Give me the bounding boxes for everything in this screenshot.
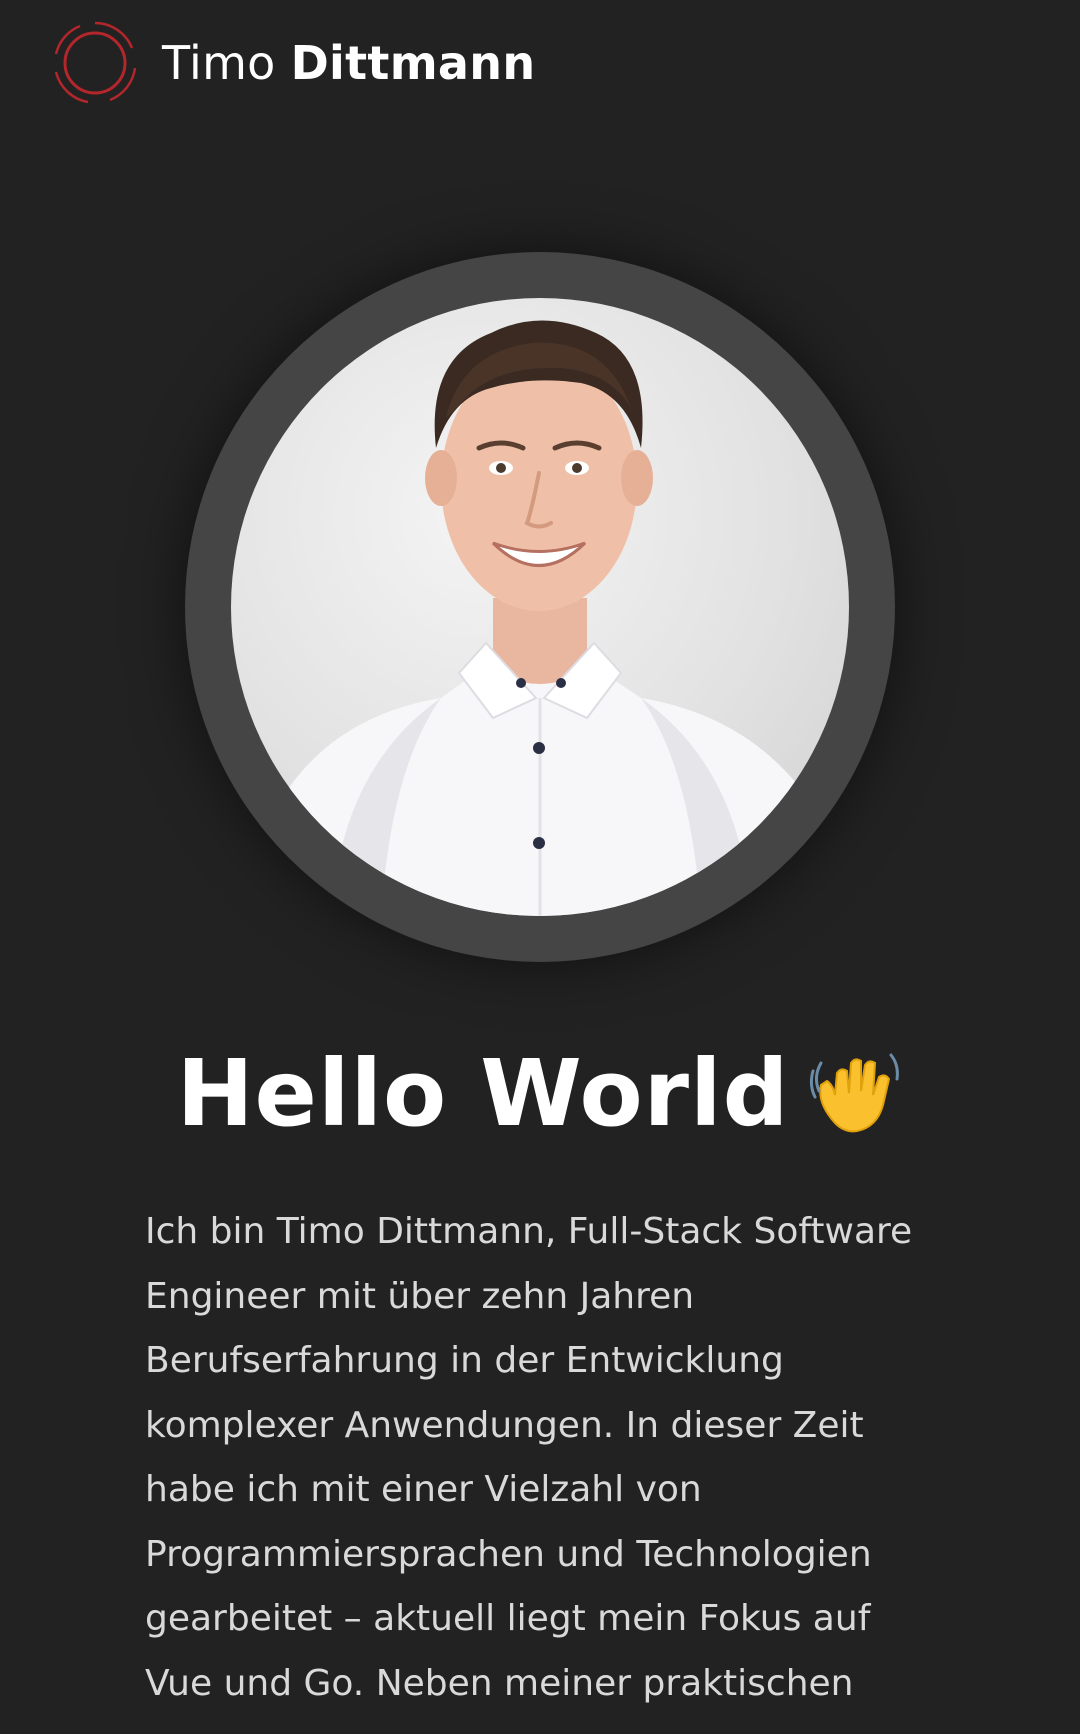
avatar [231,298,849,916]
bio-line: Programmiersprachen und Technologien [145,1533,872,1575]
hero-title-text: Hello World [176,1040,790,1147]
brand-first-name: Timo [162,35,276,90]
bio-line: Ich bin Timo Dittmann, Full-Stack Softwa… [145,1211,913,1252]
bio-line: Vue und Go. Neben meiner praktischen [145,1662,854,1704]
bio-line: Berufserfahrung in der Entwicklung [145,1340,784,1381]
site-brand-name: Timo Dittmann [162,36,535,90]
site-header: Timo Dittmann [0,0,1080,125]
portrait-photo [231,320,849,916]
bio-line: komplexer Anwendungen. In dieser Zeit [145,1404,864,1446]
bio-line: gearbeitet – aktuell liegt mein Fokus au… [145,1598,871,1639]
waving-hand-icon [807,1041,903,1159]
ring-logo-icon [54,21,137,103]
bio-line: habe ich mit einer Vielzahl von [145,1469,702,1510]
home-logo-link[interactable]: Timo Dittmann [52,20,535,106]
hero-title: Hello World [0,1040,1080,1159]
bio-line: Engineer mit über zehn Jahren [145,1275,695,1317]
hero-bio: Ich bin Timo Dittmann, Full-Stack Softwa… [145,1200,945,1716]
avatar-frame [185,252,895,962]
brand-last-name: Dittmann [290,35,536,90]
